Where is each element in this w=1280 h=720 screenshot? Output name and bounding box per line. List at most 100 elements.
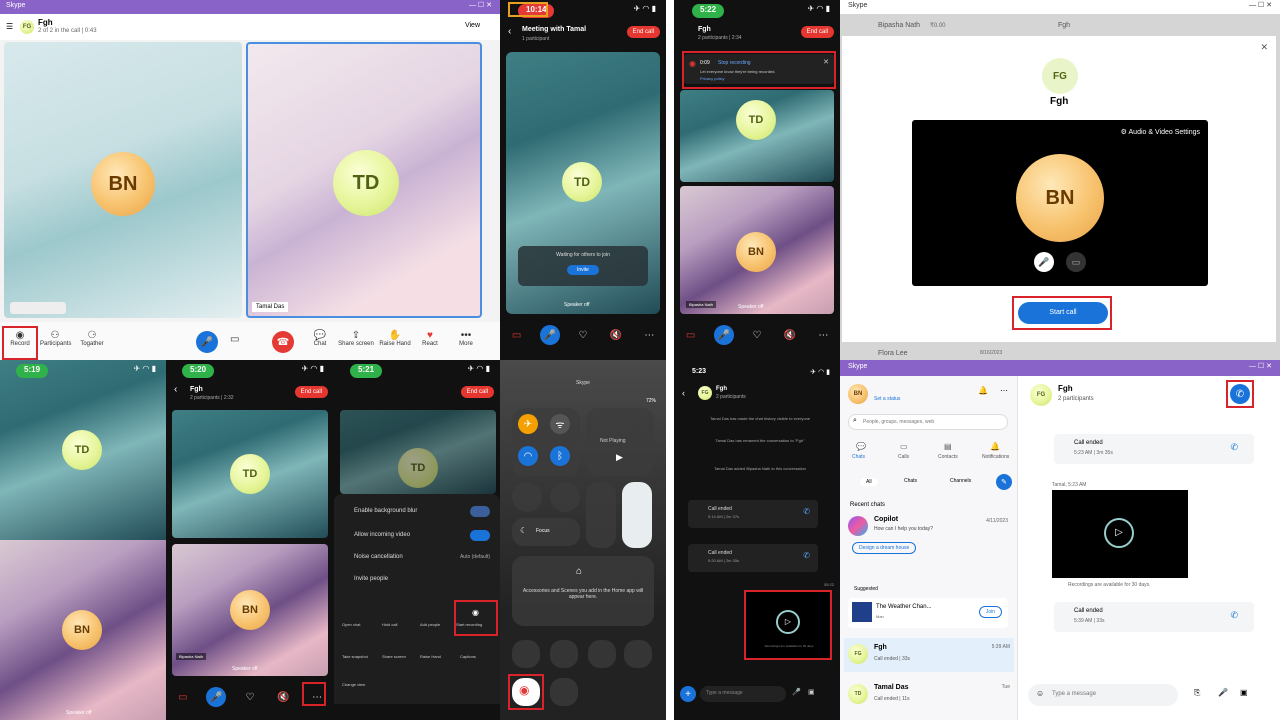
share-button[interactable]: ⇪ Share screen [338,330,374,347]
phone-icon[interactable]: ✆ [803,551,810,560]
new-chat-button[interactable]: ✎ [996,474,1012,490]
view-button[interactable]: View [465,22,480,29]
end-call-button[interactable]: End call [294,386,328,398]
more-icon[interactable]: ⋯ [639,325,659,345]
more-icon[interactable]: ⋯ [1000,386,1008,395]
chat-row-fgh[interactable]: FG Fgh Call ended | 33s 5:39 AM [844,638,1014,672]
filter-chats[interactable]: Chats [904,478,917,484]
invite-button[interactable]: Invite [567,265,599,275]
grid-hold-call[interactable]: Hold call [382,622,397,627]
end-call-button[interactable]: End call [460,386,494,398]
phone-icon[interactable]: ✆ [1230,442,1238,453]
composer[interactable]: ☺ Type a message [1028,684,1178,706]
react-button[interactable]: ♥ React [418,330,442,347]
bell-icon[interactable]: 🔔 [978,386,988,395]
wifi-icon[interactable]: ◠ [518,446,538,466]
mic-icon[interactable]: 🎤 [1218,688,1228,697]
video-button[interactable]: ▭ [230,334,239,345]
mic-icon[interactable]: 🎤 [539,325,560,345]
mic-button[interactable]: 🎤 [196,331,218,353]
tab-calls[interactable]: Calls [898,454,909,460]
tab-contacts[interactable]: Contacts [938,454,958,460]
back-icon[interactable]: ‹ [174,384,177,395]
menu-icon[interactable]: ☰ [6,22,13,31]
camera-button[interactable] [588,640,616,668]
menu-background-blur[interactable]: Enable background blur [354,508,417,514]
window-controls[interactable]: — ☐ ✕ [1249,362,1272,370]
mic-icon[interactable]: 🎤 [792,688,801,696]
flashlight-button[interactable] [512,640,540,668]
heart-icon[interactable]: ♡ [573,325,593,345]
end-call-button[interactable]: End call [800,26,834,38]
speaker-off-icon[interactable]: 🔇 [274,687,294,707]
copilot-row[interactable]: Copilot 4/11/2023 How can I help you tod… [846,514,1012,560]
search-box[interactable]: ⌕ People, groups, messages, web [848,414,1008,430]
close-dialog-icon[interactable]: ✕ [1260,42,1268,53]
blur-toggle[interactable] [470,506,490,517]
grid-snapshot[interactable]: Take snapshot [342,654,368,659]
end-call-button[interactable]: End call [626,26,660,38]
timer-button[interactable] [550,640,578,668]
menu-invite[interactable]: Invite people [354,576,388,582]
hangup-button[interactable]: ☎ [272,331,294,353]
heart-icon[interactable]: ♡ [240,687,260,707]
chat-row-tamal[interactable]: TD Tamal Das Call ended | 11s Tue [844,678,1014,712]
camera-off-icon[interactable]: ▭ [507,325,527,345]
cellular-icon[interactable]: ᯤ [550,414,570,434]
tab-notifications[interactable]: Notifications [982,454,1009,460]
heart-icon[interactable]: ♡ [747,325,767,345]
video-toggle[interactable]: ▭ [1066,252,1086,272]
noise-value[interactable]: Auto (default) [460,554,490,560]
phone-icon[interactable]: ✆ [1230,610,1238,621]
set-status[interactable]: Set a status [874,396,900,402]
mic-toggle[interactable]: 🎤 [1034,252,1054,272]
copilot-suggestion[interactable]: Design a dream house [852,542,917,554]
menu-incoming-video[interactable]: Allow incoming video [354,532,410,538]
attach-icon[interactable]: ⎘ [1194,688,1200,698]
window-controls[interactable]: — ☐ ✕ [1249,1,1272,9]
filter-channels[interactable]: Channels [950,478,971,484]
filter-all[interactable]: All [860,478,878,486]
calculator-button[interactable] [550,678,578,706]
rotation-lock[interactable] [512,482,542,512]
emoji-icon[interactable]: ☺ [1036,689,1044,698]
more-icon[interactable]: ⋯ [813,325,833,345]
back-icon[interactable]: ‹ [682,388,685,398]
mic-icon[interactable]: 🎤 [713,325,734,345]
grid-add-people[interactable]: Add people [420,622,440,627]
screen-mirror[interactable] [550,482,580,512]
phone-icon[interactable]: ✆ [803,507,810,516]
settings-link[interactable]: ⚙ Audio & Video Settings [1121,128,1200,136]
scan-button[interactable] [624,640,652,668]
add-icon[interactable]: + [680,686,696,702]
bluetooth-icon[interactable]: ᛒ [550,446,570,466]
video-toggle[interactable] [470,530,490,541]
back-icon[interactable]: ‹ [508,26,511,37]
grid-share-screen[interactable]: Share screen [382,654,406,659]
grid-raise-hand[interactable]: Raise Hand [420,654,441,659]
menu-noise[interactable]: Noise cancellation [354,554,403,560]
camera-off-icon[interactable]: ▭ [681,325,701,345]
grid-captions[interactable]: Captions [460,654,476,659]
volume-slider[interactable] [622,482,652,548]
together-button[interactable]: ⚆ Togather [78,330,106,347]
focus-button[interactable]: ☾ Focus [512,518,580,546]
raise-hand-button[interactable]: ✋ Raise Hand [378,330,412,347]
more-button[interactable]: ••• More [454,330,478,347]
participants-button[interactable]: ⚇ Participants [40,330,71,347]
tab-chats[interactable]: Chats [852,454,865,460]
window-controls[interactable]: — ☐ ✕ [469,1,492,9]
join-button[interactable]: Join [978,606,1002,618]
speaker-off-icon[interactable]: 🔇 [780,325,800,345]
camera-off-icon[interactable]: ▭ [173,687,193,707]
chat-button[interactable]: 💬 Chat [310,330,330,347]
mic-icon[interactable]: 🎤 [206,687,227,707]
grid-open-chat[interactable]: Open chat [342,622,360,627]
recording-video[interactable]: ▷ [1052,490,1188,578]
grid-change-view[interactable]: Change view [342,682,365,687]
camera-icon[interactable]: ▣ [808,688,815,696]
message-input[interactable]: Type a message [700,686,786,702]
play-icon[interactable]: ▶ [616,452,623,463]
user-avatar[interactable]: BN [848,384,868,404]
brightness-slider[interactable] [586,482,616,548]
